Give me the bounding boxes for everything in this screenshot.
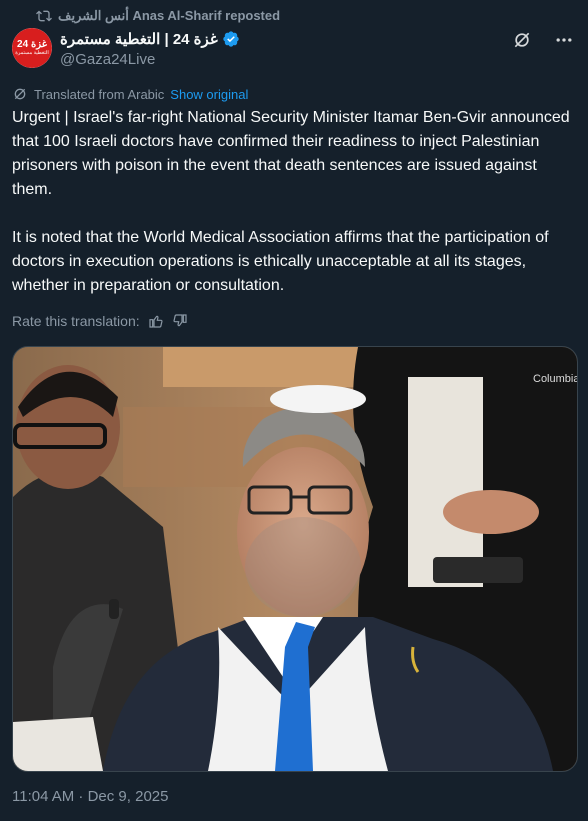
rate-label: Rate this translation:	[12, 313, 140, 329]
jacket-logo: Columbia	[533, 373, 577, 385]
avatar-logo: غزة 24 التغطية مستمرة	[12, 28, 52, 68]
avatar-logo-subtext: التغطية مستمرة	[15, 50, 49, 56]
translate-icon	[14, 88, 26, 100]
translation-indicator: Translated from Arabic Show original	[12, 86, 248, 102]
author-name[interactable]: غزة 24 | التغطية مستمرة	[60, 30, 218, 48]
tweet-actions-top	[512, 30, 574, 50]
repost-indicator[interactable]: أنس الشريف Anas Al-Sharif reposted	[36, 8, 280, 24]
author-info: غزة 24 | التغطية مستمرة @Gaza24Live	[60, 30, 240, 68]
author-handle[interactable]: @Gaza24Live	[60, 51, 240, 68]
rate-translation: Rate this translation:	[12, 313, 188, 329]
photo-illustration: Columbia	[13, 347, 577, 771]
tweet-timestamp[interactable]: 11:04 AM · Dec 9, 2025	[12, 788, 168, 805]
repost-icon	[36, 10, 52, 22]
show-original-link[interactable]: Show original	[170, 87, 248, 102]
more-icon[interactable]	[554, 30, 574, 50]
verified-badge-icon	[222, 31, 239, 47]
thumbs-up-icon[interactable]	[148, 313, 164, 329]
avatar-logo-text: غزة 24	[17, 39, 47, 50]
tweet-photo[interactable]: Columbia	[12, 346, 578, 772]
tweet-text: Urgent | Israel's far-right National Sec…	[12, 109, 570, 294]
thumbs-down-icon[interactable]	[172, 313, 188, 329]
translation-label: Translated from Arabic	[34, 86, 165, 102]
avatar[interactable]: غزة 24 التغطية مستمرة	[12, 28, 52, 68]
repost-label: أنس الشريف Anas Al-Sharif reposted	[58, 8, 281, 23]
grok-icon[interactable]	[512, 30, 532, 50]
